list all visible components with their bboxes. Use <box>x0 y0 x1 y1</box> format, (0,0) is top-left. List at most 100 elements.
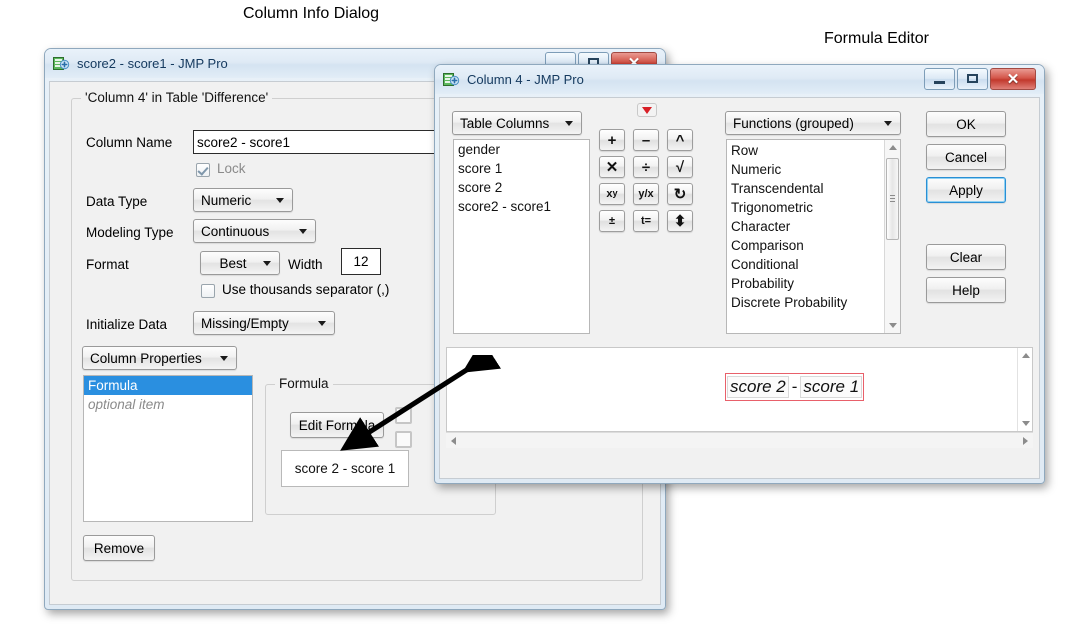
power-key[interactable]: xy <box>599 183 625 205</box>
scrollbar-thumb[interactable] <box>886 158 899 240</box>
formula-expression-selection[interactable]: score 2 - score 1 <box>725 373 865 401</box>
list-item[interactable]: Comparison <box>727 236 883 255</box>
formula-editor-minimize-button[interactable] <box>924 68 955 90</box>
root-key[interactable]: √ <box>667 156 693 178</box>
remove-button[interactable]: Remove <box>83 535 155 561</box>
operator-keypad[interactable]: + – ^ ✕ ÷ √ xy y/x ↻ ± t= ⬍ <box>599 129 695 233</box>
list-item[interactable]: Transcendental <box>727 179 883 198</box>
table-columns-label: Table Columns <box>460 115 550 131</box>
list-item[interactable]: optional item <box>84 395 252 414</box>
apply-button[interactable]: Apply <box>926 177 1006 203</box>
width-input[interactable]: 12 <box>341 248 381 275</box>
list-item[interactable]: score2 - score1 <box>454 197 589 216</box>
swap-key[interactable]: ↻ <box>667 183 693 205</box>
formula-canvas-vscrollbar[interactable] <box>1017 348 1032 431</box>
lock-checkbox[interactable] <box>196 163 210 177</box>
list-item[interactable]: gender <box>454 140 589 159</box>
clear-button[interactable]: Clear <box>926 244 1006 270</box>
divide-key[interactable]: ÷ <box>633 156 659 178</box>
list-item[interactable]: Character <box>727 217 883 236</box>
formula-editor-window-buttons[interactable]: ✕ <box>924 68 1036 90</box>
modeling-type-dropdown[interactable]: Continuous <box>193 219 316 243</box>
data-type-label: Data Type <box>86 194 148 209</box>
thousands-separator-label: Use thousands separator (,) <box>222 282 390 297</box>
format-value: Best <box>219 255 247 271</box>
multiply-key[interactable]: ✕ <box>599 156 625 178</box>
formula-preview[interactable]: score 2 - score 1 <box>281 450 409 487</box>
scroll-down-icon[interactable] <box>888 323 897 328</box>
local-var-key[interactable]: t= <box>633 210 659 232</box>
formula-editor-caption: Formula Editor <box>824 30 929 47</box>
formula-editor-window[interactable]: Column 4 - JMP Pro ✕ Table Columns gende… <box>434 64 1045 484</box>
formula-option-checkbox-2[interactable] <box>395 431 412 448</box>
data-type-value: Numeric <box>201 192 252 208</box>
list-item[interactable]: Trigonometric <box>727 198 883 217</box>
chevron-down-icon <box>220 356 228 361</box>
formula-option-checkbox-1[interactable] <box>395 407 412 424</box>
initialize-data-dropdown[interactable]: Missing/Empty <box>193 311 335 335</box>
chevron-down-icon <box>299 229 307 234</box>
thousands-separator-checkbox[interactable] <box>201 284 215 298</box>
red-triangle-menu-icon[interactable] <box>637 103 657 117</box>
column-properties-button[interactable]: Column Properties <box>82 346 237 370</box>
reciprocal-key[interactable]: y/x <box>633 183 659 205</box>
ok-button[interactable]: OK <box>926 111 1006 137</box>
list-item[interactable]: Discrete Probability <box>727 293 883 312</box>
list-item[interactable]: Formula <box>84 376 252 395</box>
list-item[interactable]: Conditional <box>727 255 883 274</box>
formula-editor-maximize-button[interactable] <box>957 68 988 90</box>
scroll-left-icon[interactable] <box>451 437 456 445</box>
modeling-type-value: Continuous <box>201 223 270 239</box>
table-columns-dropdown[interactable]: Table Columns <box>452 111 582 135</box>
functions-label: Functions (grouped) <box>733 115 854 131</box>
width-label: Width <box>288 257 323 272</box>
table-columns-list[interactable]: gender score 1 score 2 score2 - score1 <box>453 139 590 334</box>
chevron-down-icon <box>318 321 326 326</box>
insert-above-key[interactable]: ^ <box>667 129 693 151</box>
chevron-down-icon <box>884 121 892 126</box>
column-info-dialog-caption: Column Info Dialog <box>243 5 380 22</box>
help-button[interactable]: Help <box>926 277 1006 303</box>
list-item[interactable]: Numeric <box>727 160 883 179</box>
formula-group-legend: Formula <box>275 376 333 391</box>
jmp-column-icon <box>53 56 70 72</box>
column-info-title: score2 - score1 - JMP Pro <box>77 56 228 71</box>
formula-left-term[interactable]: score 2 <box>727 376 789 398</box>
formula-editor-body: Table Columns gender score 1 score 2 sco… <box>439 97 1040 479</box>
formula-operator: - <box>791 377 798 396</box>
functions-list-scrollbar[interactable] <box>884 140 900 333</box>
scroll-down-icon[interactable] <box>1021 421 1030 426</box>
subtract-key[interactable]: – <box>633 129 659 151</box>
list-item[interactable]: Row <box>727 141 883 160</box>
scroll-up-icon[interactable] <box>1021 353 1030 358</box>
column-properties-label: Column Properties <box>90 350 202 366</box>
column-definition-legend: 'Column 4' in Table 'Difference' <box>81 90 273 105</box>
formula-editor-titlebar[interactable]: Column 4 - JMP Pro ✕ <box>435 65 1044 94</box>
list-item[interactable]: score 1 <box>454 159 589 178</box>
lock-label: Lock <box>217 161 246 176</box>
scroll-up-icon[interactable] <box>888 145 897 150</box>
sign-key[interactable]: ± <box>599 210 625 232</box>
functions-list[interactable]: Row Numeric Transcendental Trigonometric… <box>726 139 901 334</box>
formula-canvas[interactable]: score 2 - score 1 <box>446 347 1033 432</box>
list-item[interactable]: score 2 <box>454 178 589 197</box>
scroll-right-icon[interactable] <box>1023 437 1028 445</box>
peel-key[interactable]: ⬍ <box>667 210 693 232</box>
cancel-button[interactable]: Cancel <box>926 144 1006 170</box>
functions-dropdown[interactable]: Functions (grouped) <box>725 111 901 135</box>
add-key[interactable]: + <box>599 129 625 151</box>
formula-editor-close-button[interactable]: ✕ <box>990 68 1036 90</box>
list-item[interactable]: Probability <box>727 274 883 293</box>
formula-right-term[interactable]: score 1 <box>800 376 863 398</box>
initialize-data-value: Missing/Empty <box>201 315 289 331</box>
edit-formula-button[interactable]: Edit Formula <box>290 412 384 438</box>
formula-canvas-hscrollbar[interactable] <box>446 432 1033 448</box>
initialize-data-label: Initialize Data <box>86 317 168 332</box>
data-type-dropdown[interactable]: Numeric <box>193 188 293 212</box>
format-dropdown[interactable]: Best <box>200 251 280 275</box>
format-label: Format <box>86 257 129 272</box>
chevron-down-icon <box>276 198 284 203</box>
column-properties-list[interactable]: Formula optional item <box>83 375 253 522</box>
chevron-down-icon <box>263 261 271 266</box>
modeling-type-label: Modeling Type <box>86 225 174 240</box>
